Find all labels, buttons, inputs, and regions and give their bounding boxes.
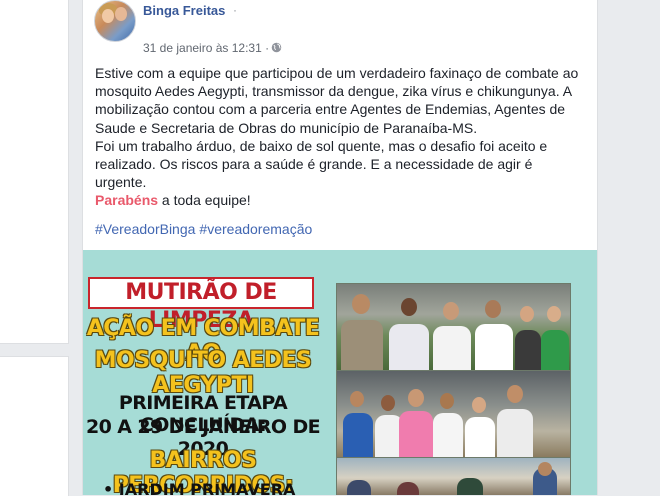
- left-sidebar-card: [0, 0, 69, 344]
- team-photo: [336, 283, 571, 371]
- profile-avatar[interactable]: [94, 0, 136, 42]
- post-congrats: Parabéns a toda equipe!: [95, 191, 587, 209]
- hashtag-row: #VereadorBinga #vereadoremação: [95, 221, 316, 237]
- post-paragraph: Estive com a equipe que participou de um…: [95, 65, 579, 136]
- post-author-link[interactable]: Binga Freitas: [143, 3, 225, 18]
- post-timestamp[interactable]: 31 de janeiro às 12:31 ·: [143, 41, 269, 55]
- team-photo: [336, 370, 571, 458]
- team-photo: [336, 457, 571, 495]
- flyer-neighborhood-item: • JARDIM PRIMAVERA: [103, 480, 296, 495]
- flyer-title: MUTIRÃO DE LIMPEZA: [88, 277, 314, 333]
- feed-post: Binga Freitas · 31 de janeiro às 12:31 ·…: [82, 0, 598, 495]
- globe-icon[interactable]: [271, 42, 282, 53]
- post-body: Estive com a equipe que participou de um…: [95, 64, 587, 210]
- left-sidebar-card-lower: [0, 356, 69, 496]
- post-paragraph: Foi um trabalho árduo, de baixo de sol q…: [95, 137, 548, 191]
- hashtag-link[interactable]: #vereadoremação: [199, 221, 312, 237]
- author-separator: ·: [233, 3, 237, 17]
- congrats-highlight: Parabéns: [95, 192, 159, 209]
- hashtag-link[interactable]: #VereadorBinga: [95, 221, 195, 237]
- flyer-subtitle: MOSQUITO AEDES AEGYPTI: [94, 348, 312, 398]
- post-image-flyer[interactable]: MUTIRÃO DE LIMPEZA AÇÃO EM COMBATE AO MO…: [83, 250, 597, 495]
- congrats-rest: a toda equipe!: [158, 192, 251, 209]
